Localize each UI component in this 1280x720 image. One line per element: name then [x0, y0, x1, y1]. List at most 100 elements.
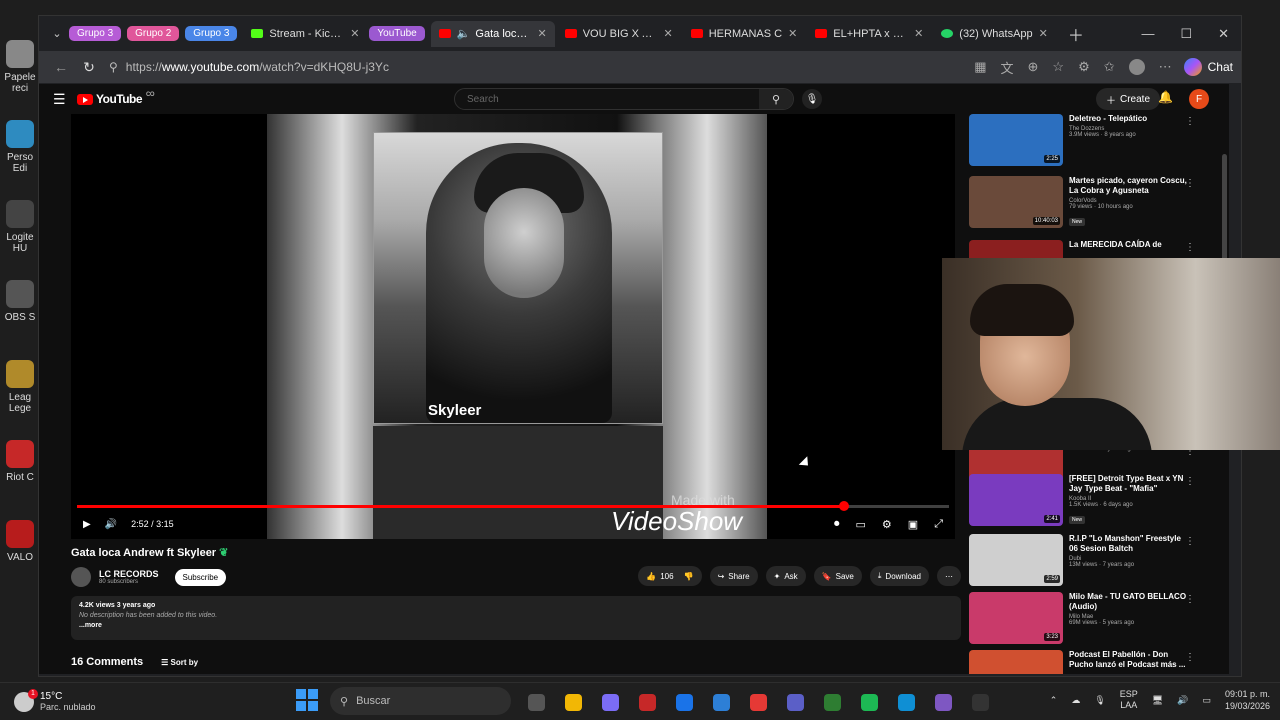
close-icon[interactable]: ✕ [1039, 27, 1048, 40]
ask-button[interactable]: ✦ Ask [765, 566, 806, 586]
miniplayer-icon[interactable]: ▣ [908, 518, 918, 531]
avatar[interactable]: F [1189, 89, 1209, 109]
maximize-icon[interactable]: ☐ [1180, 26, 1192, 42]
more-actions-icon[interactable]: ⋯ [937, 566, 961, 586]
recommendation-item[interactable]: 3:23 Milo Mae - TU GATO BELLACO (Audio) Mi… [969, 592, 1227, 648]
tab-gata-loca[interactable]: 🔈 Gata loca An ✕ [430, 20, 555, 47]
tab-vou-big[interactable]: VOU BIG X ANDR ✕ [557, 21, 681, 47]
desktop-icon[interactable]: Leag Lege [0, 360, 40, 440]
create-button[interactable]: ＋ Create [1096, 88, 1161, 110]
sort-button[interactable]: ☰ Sort by [161, 658, 198, 667]
more-options-icon[interactable]: ⋮ [1185, 652, 1195, 663]
new-tab-icon[interactable]: ＋ [1068, 22, 1084, 46]
desktop-icon[interactable]: OBS S [0, 280, 40, 360]
desktop-icon[interactable]: Logite HU [0, 200, 40, 280]
close-window-icon[interactable]: ✕ [1218, 26, 1229, 42]
video-thumbnail[interactable]: 2:59 [969, 534, 1063, 586]
tab-kick[interactable]: Stream - Kick Da ✕ [243, 21, 367, 47]
video-thumbnail[interactable]: 2:41 [969, 474, 1063, 526]
share-button[interactable]: ↪ Share [709, 566, 758, 586]
subscribe-button[interactable]: Subscribe [174, 568, 227, 586]
extensions-icon[interactable]: ⚙ [1078, 59, 1090, 75]
video-thumbnail[interactable] [969, 650, 1063, 674]
recommendation-item[interactable]: 2:25 Deletreo - Telepático The Dozzens 3.9M… [969, 114, 1227, 170]
spotify-icon[interactable] [855, 689, 883, 715]
like-button[interactable]: 👍 106 👎 [638, 566, 702, 586]
battery-icon[interactable]: ▭ [1202, 695, 1211, 706]
close-icon[interactable]: ✕ [914, 27, 923, 40]
store-icon[interactable] [707, 689, 735, 715]
tab-el-hpta[interactable]: EL+HPTA x Drew ✕ [807, 21, 931, 47]
outlook-icon[interactable] [670, 689, 698, 715]
grid-icon[interactable]: ▦ [974, 59, 986, 75]
recommendation-title[interactable]: Deletreo - Telepático [1069, 114, 1189, 124]
task-view-icon[interactable] [522, 689, 550, 715]
recommendation-item[interactable]: 2:41 [FREE] Detroit Type Beat x YN Jay Ty… [969, 474, 1227, 530]
recommendation-title[interactable]: La MERECIDA CAÍDA de [1069, 240, 1189, 250]
tab-group-youtube[interactable]: YouTube [369, 26, 425, 41]
recommendation-title[interactable]: R.I.P "Lo Manshon" Freestyle 06 Sesion B… [1069, 534, 1189, 554]
more-link[interactable]: ...more [79, 622, 953, 629]
settings-icon[interactable]: ⚙ [882, 518, 892, 531]
obs-icon[interactable] [966, 689, 994, 715]
edge-icon[interactable] [892, 689, 920, 715]
chevron-up-icon[interactable]: ⌃ [1050, 695, 1058, 706]
scrubber-handle[interactable] [839, 501, 850, 511]
tab-whatsapp[interactable]: (32) WhatsApp ✕ [933, 21, 1056, 47]
recommendation-title[interactable]: Milo Mae - TU GATO BELLACO (Audio) [1069, 592, 1189, 612]
volume-icon[interactable]: 🔊 [1177, 695, 1188, 706]
back-icon[interactable]: ← [47, 59, 75, 75]
network-icon[interactable]: 🖥 [1152, 695, 1163, 706]
app-green-icon[interactable] [818, 689, 846, 715]
save-button[interactable]: 🔖 Save [813, 566, 862, 586]
taskbar-search-input[interactable]: ⚲ Buscar [330, 687, 511, 715]
search-icon[interactable]: ⚲ [759, 89, 793, 109]
description-box[interactable]: 4.2K views 3 years ago No description ha… [71, 596, 961, 640]
more-options-icon[interactable]: ⋮ [1185, 242, 1195, 253]
more-menu-icon[interactable]: ⋯ [1159, 59, 1172, 75]
teams-icon[interactable] [781, 689, 809, 715]
tab-group-2[interactable]: Grupo 2 [127, 26, 180, 41]
close-icon[interactable]: ✕ [538, 27, 547, 40]
thumbs-down-icon[interactable]: 👎 [684, 572, 694, 581]
weather-widget[interactable]: 1 15°C Parc. nublado [0, 688, 170, 712]
profile-icon[interactable] [1128, 59, 1145, 75]
tab-group-1[interactable]: Grupo 3 [69, 26, 122, 41]
copilot-chat-button[interactable]: Chat [1183, 58, 1233, 76]
recommendation-item[interactable]: 10:40:03 Martes picado, cayeron Coscu, La… [969, 176, 1227, 232]
favorites-icon[interactable]: ✩ [1104, 59, 1115, 75]
copilot-icon[interactable] [596, 689, 624, 715]
app-purple-icon[interactable] [929, 689, 957, 715]
site-info-icon[interactable]: ⚲ [109, 60, 118, 74]
recommendation-title[interactable]: [FREE] Detroit Type Beat x YN Jay Type B… [1069, 474, 1189, 494]
fullscreen-icon[interactable]: ⤢ [934, 518, 943, 531]
more-options-icon[interactable]: ⋮ [1185, 536, 1195, 547]
video-player[interactable]: Skyleer Made with VideoShow ▶ 🔊 2:52 / 3… [71, 114, 955, 539]
translate-icon[interactable]: 文 [1001, 58, 1014, 77]
desktop-icon[interactable]: Riot C [0, 440, 40, 520]
favorite-star-icon[interactable]: ☆ [1052, 59, 1064, 75]
close-icon[interactable]: ✕ [664, 27, 673, 40]
windows-start-icon[interactable] [296, 689, 318, 711]
desktop-icon[interactable]: Papele reci [0, 40, 40, 120]
recommendation-title[interactable]: Podcast El Pabellón - Don Pucho lanzó el… [1069, 650, 1189, 670]
microphone-icon[interactable]: 🎙 [1094, 695, 1105, 706]
cloud-icon[interactable]: ☁ [1071, 695, 1080, 706]
channel-avatar[interactable] [71, 567, 91, 587]
desktop-icon[interactable]: VALO [0, 520, 40, 600]
zoom-icon[interactable]: ⊕ [1028, 59, 1039, 75]
microphone-icon[interactable]: 🎙 [802, 89, 822, 109]
bell-icon[interactable]: 🔔 [1158, 90, 1173, 104]
clock[interactable]: 09:01 p. m. 19/03/2026 [1225, 688, 1270, 712]
speaker-icon[interactable]: 🔈 [457, 27, 471, 40]
download-button[interactable]: ⤓ Download [869, 566, 929, 586]
video-thumbnail[interactable]: 2:25 [969, 114, 1063, 166]
subtitles-icon[interactable]: ▭ [856, 518, 866, 531]
channel-name[interactable]: LC RECORDS [99, 569, 159, 579]
more-options-icon[interactable]: ⋮ [1185, 594, 1195, 605]
url-field[interactable]: ⚲ https://www.youtube.com/watch?v=dKHQ8U… [109, 55, 974, 79]
close-icon[interactable]: ✕ [788, 27, 797, 40]
recommendation-item[interactable]: Podcast El Pabellón - Don Pucho lanzó el… [969, 650, 1227, 674]
file-explorer-icon[interactable] [559, 689, 587, 715]
close-icon[interactable]: ✕ [350, 27, 359, 40]
